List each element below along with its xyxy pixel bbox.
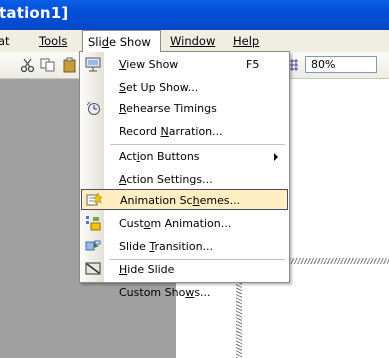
menu-item-label: Custom Animation... xyxy=(119,217,232,230)
copy-icon[interactable] xyxy=(40,57,56,73)
cut-icon[interactable] xyxy=(20,57,36,73)
menu-item-animation-schemes[interactable]: Animation Schemes... xyxy=(81,189,288,210)
menu-help[interactable]: Help xyxy=(233,30,259,52)
menu-item-label: Action Buttons xyxy=(119,150,200,163)
menu-item-label: Record Narration... xyxy=(119,125,223,138)
menu-window[interactable]: Window xyxy=(170,30,215,52)
placeholder-border-horizontal xyxy=(280,258,389,264)
animation-schemes-icon xyxy=(86,192,102,206)
menu-item-action-buttons[interactable]: Action Buttons xyxy=(81,146,288,167)
menu-item-hide-slide[interactable]: Hide Slide xyxy=(81,259,288,280)
menu-separator xyxy=(110,259,285,260)
menu-item-label: Slide Transition... xyxy=(119,240,214,253)
menu-item-slide-transition[interactable]: Slide Transition... xyxy=(81,236,288,257)
menu-item-custom-animation[interactable]: Custom Animation... xyxy=(81,213,288,234)
rehearse-timings-icon xyxy=(86,101,100,115)
submenu-arrow-icon xyxy=(274,153,278,161)
menu-separator xyxy=(110,144,285,145)
menu-item-label: Action Settings... xyxy=(119,173,213,186)
menu-item-action-settings[interactable]: Action Settings... xyxy=(81,169,288,190)
menu-item-label: Custom Shows... xyxy=(119,286,211,299)
window-title: tation1] xyxy=(0,4,69,22)
slide-show-menu: View Show F5 Set Up Show... Rehearse Timing… xyxy=(79,51,290,299)
menu-bar: at Tools Slide Show Window Help xyxy=(0,30,389,53)
menu-item-label: Hide Slide xyxy=(119,263,175,276)
hide-slide-icon xyxy=(85,262,101,275)
custom-animation-icon xyxy=(86,216,101,231)
zoom-combobox[interactable]: 80% xyxy=(305,56,377,73)
menu-item-label: Animation Schemes... xyxy=(120,194,241,207)
menu-item-shortcut: F5 xyxy=(246,58,260,71)
menu-item-label: Set Up Show... xyxy=(119,81,199,94)
menu-item-view-show[interactable]: View Show F5 xyxy=(81,54,288,75)
menu-item-set-up-show[interactable]: Set Up Show... xyxy=(81,77,288,98)
menu-item-record-narration[interactable]: Record Narration... xyxy=(81,121,288,142)
menu-item-rehearse-timings[interactable]: Rehearse Timings xyxy=(81,98,288,119)
menu-tools[interactable]: Tools xyxy=(39,30,67,52)
view-show-icon xyxy=(85,57,101,72)
slide-transition-icon xyxy=(85,240,101,251)
menu-item-label: View Show xyxy=(119,58,179,71)
title-bar: tation1] xyxy=(0,0,389,30)
menu-item-label: Rehearse Timings xyxy=(119,102,217,115)
menu-format[interactable]: at xyxy=(0,30,10,52)
menu-item-custom-shows[interactable]: Custom Shows... xyxy=(81,282,288,303)
menu-slide-show[interactable]: Slide Show xyxy=(82,30,161,52)
menu-slide-show-label: Slide Show xyxy=(88,35,151,49)
paste-icon[interactable] xyxy=(62,57,78,73)
